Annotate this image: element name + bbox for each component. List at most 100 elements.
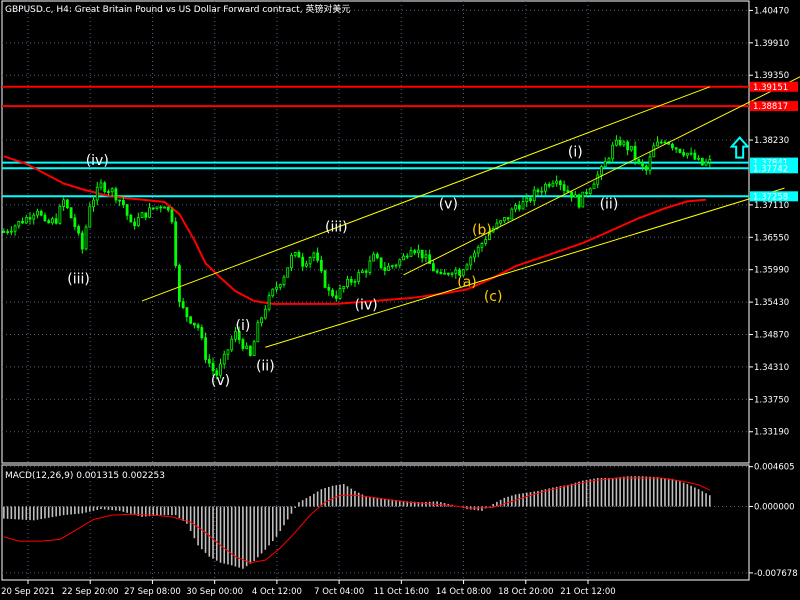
candle-body bbox=[693, 152, 697, 160]
main-panel-frame bbox=[1, 0, 750, 464]
candle-body bbox=[241, 339, 245, 349]
candle-body bbox=[155, 206, 159, 209]
candle-body bbox=[499, 220, 503, 224]
candle-body bbox=[450, 272, 454, 275]
wave-label: (v) bbox=[439, 196, 458, 212]
candle-body bbox=[260, 317, 263, 324]
candle-body bbox=[394, 264, 398, 267]
candle-body bbox=[282, 276, 286, 285]
candle-body bbox=[510, 208, 514, 220]
candle-body bbox=[480, 243, 484, 248]
candle-body bbox=[278, 284, 282, 288]
candle-body bbox=[607, 158, 611, 162]
candle-body bbox=[110, 188, 114, 193]
candle-body bbox=[125, 204, 129, 216]
candle-body bbox=[383, 267, 387, 271]
candle-body bbox=[592, 183, 596, 190]
channel-lines[interactable] bbox=[141, 75, 800, 348]
candle-body bbox=[372, 253, 376, 262]
candle-body bbox=[659, 141, 663, 144]
candle-body bbox=[547, 183, 551, 187]
candle-body bbox=[618, 139, 622, 146]
candle-body bbox=[58, 206, 62, 224]
time-tick-label: 22 Sep 20:00 bbox=[62, 587, 119, 597]
candle-body bbox=[62, 199, 66, 207]
candle-body bbox=[375, 253, 379, 259]
candle-body bbox=[573, 194, 577, 198]
price-tick-label: 1.39350 bbox=[754, 71, 789, 81]
candle-body bbox=[671, 143, 674, 149]
candle-body bbox=[263, 308, 267, 319]
wave-label: (ii) bbox=[600, 196, 619, 212]
candle-body bbox=[174, 221, 178, 266]
macd-tick-label: 0.000000 bbox=[754, 503, 795, 513]
candle-body bbox=[271, 288, 275, 297]
horizontal-levels[interactable] bbox=[2, 85, 749, 198]
candle-body bbox=[305, 263, 308, 267]
candle-body bbox=[521, 201, 525, 210]
candle-body bbox=[286, 267, 290, 278]
candle-body bbox=[357, 272, 361, 282]
wave-label: (b) bbox=[472, 222, 492, 238]
candle-body bbox=[424, 254, 428, 259]
candle-body bbox=[159, 206, 163, 209]
candle-body bbox=[92, 199, 95, 208]
candle-body bbox=[473, 252, 476, 258]
macd-label: MACD(12,26,9) 0.001315 0.002253 bbox=[5, 471, 165, 481]
candle-body bbox=[685, 152, 689, 156]
candle-body bbox=[95, 186, 99, 201]
candle-body bbox=[207, 359, 211, 364]
macd-signal-line bbox=[3, 477, 710, 564]
candle-body bbox=[558, 180, 562, 186]
candle-body bbox=[570, 191, 573, 198]
macd-panel-grid bbox=[1, 464, 750, 581]
candle-body bbox=[334, 295, 338, 299]
candle-body bbox=[700, 157, 704, 166]
candle-body bbox=[349, 278, 353, 283]
channel-line bbox=[265, 187, 785, 348]
price-tick-label: 1.33750 bbox=[754, 395, 789, 405]
time-tick-label: 20 Sep 2021 bbox=[1, 587, 55, 597]
candle-body bbox=[454, 269, 458, 274]
price-tick-label: 1.40470 bbox=[754, 6, 789, 16]
candle-body bbox=[170, 209, 174, 223]
candle-body bbox=[629, 145, 633, 151]
candle-body bbox=[54, 218, 58, 224]
candle-body bbox=[484, 239, 488, 244]
candle-body bbox=[443, 272, 446, 275]
candle-body bbox=[133, 221, 136, 227]
candle-body bbox=[129, 214, 133, 223]
channel-line bbox=[141, 86, 710, 302]
price-tick-label: 1.38230 bbox=[754, 136, 789, 146]
candle-body bbox=[189, 316, 193, 324]
candle-body bbox=[674, 147, 678, 150]
price-level-tag-label: 1.37258 bbox=[753, 192, 788, 202]
candle-body bbox=[323, 270, 327, 288]
candle-body bbox=[402, 255, 405, 261]
candle-body bbox=[2, 231, 6, 233]
candle-body bbox=[506, 217, 510, 220]
candle-body bbox=[13, 225, 17, 232]
macd-signal-polyline bbox=[3, 477, 710, 564]
wave-label: (iii) bbox=[325, 220, 348, 236]
candle-body bbox=[245, 345, 249, 349]
candle-body bbox=[9, 230, 13, 233]
time-tick-label: 18 Oct 20:00 bbox=[498, 587, 553, 597]
price-level-tag-label: 1.38817 bbox=[753, 102, 788, 112]
candle-body bbox=[256, 322, 260, 343]
candle-body bbox=[65, 199, 69, 209]
macd-tick-label: -0.007678 bbox=[754, 569, 798, 579]
price-tick-label: 1.37110 bbox=[754, 201, 789, 211]
candle-body bbox=[151, 207, 155, 210]
candle-body bbox=[204, 337, 207, 360]
candle-body bbox=[80, 232, 84, 250]
candle-body bbox=[529, 197, 532, 202]
candle-body bbox=[196, 324, 200, 328]
candle-body bbox=[248, 345, 252, 356]
candle-body bbox=[361, 270, 364, 274]
time-axis: 20 Sep 2021 22 Sep 20:00 27 Sep 08:00 30 Se… bbox=[1, 580, 616, 597]
candle-body bbox=[532, 189, 536, 202]
candle-body bbox=[293, 251, 297, 256]
candle-body bbox=[536, 189, 540, 193]
candle-body bbox=[118, 199, 122, 202]
